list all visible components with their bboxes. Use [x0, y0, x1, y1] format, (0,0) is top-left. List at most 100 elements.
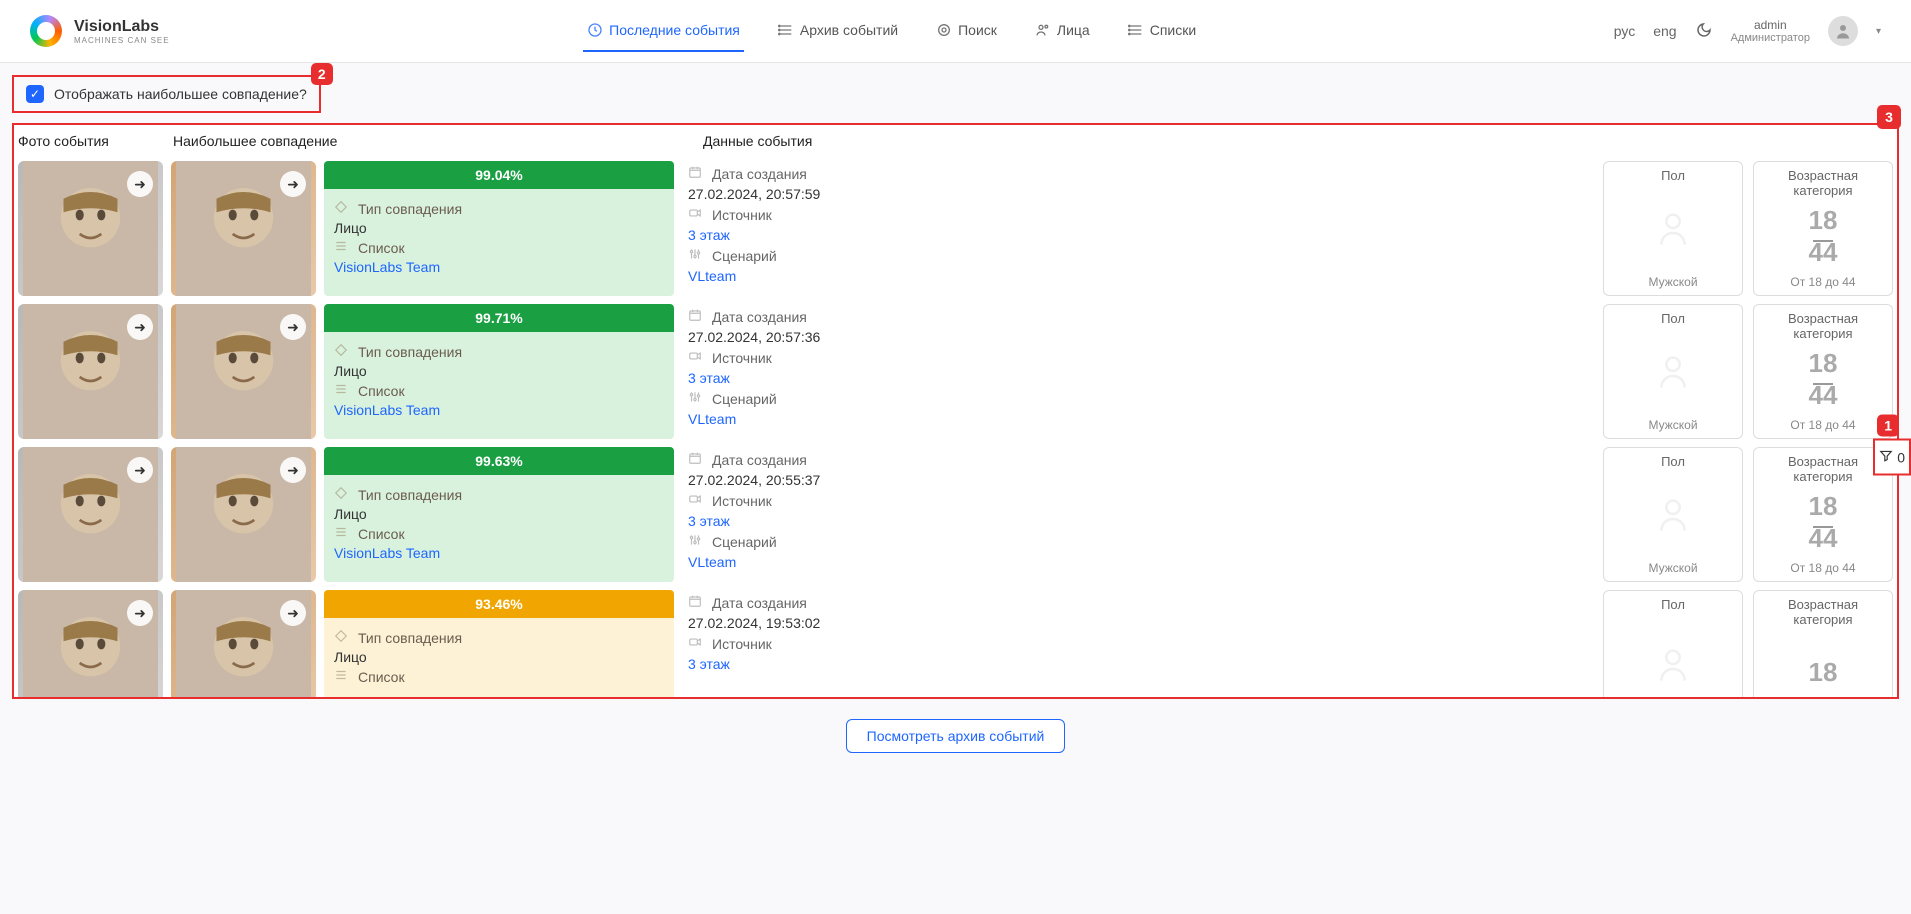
- gender-title: Пол: [1620, 454, 1726, 469]
- filter-tab[interactable]: 0: [1873, 439, 1911, 476]
- match-type-value: Лицо: [334, 649, 367, 665]
- expand-icon[interactable]: ➜: [127, 171, 153, 197]
- event-photo-thumb[interactable]: ➜: [18, 447, 163, 582]
- expand-icon[interactable]: ➜: [127, 600, 153, 626]
- brand-logo-icon: [30, 15, 62, 47]
- col-best-match: Наибольшее совпадение: [173, 133, 703, 149]
- people-icon: [1035, 22, 1051, 38]
- match-percentage: 93.46%: [324, 590, 674, 618]
- match-photo-thumb[interactable]: ➜: [171, 590, 316, 697]
- age-title: Возрастная категория: [1770, 311, 1876, 341]
- event-photo-thumb[interactable]: ➜: [18, 304, 163, 439]
- list-icon: [334, 525, 350, 542]
- nav-item-label: Списки: [1150, 22, 1196, 38]
- age-bot: 44: [1770, 380, 1876, 411]
- source-value[interactable]: 3 этаж: [688, 513, 730, 529]
- match-photo-thumb[interactable]: ➜: [171, 304, 316, 439]
- attribute-cards: Пол Мужской Возрастная категория 18 44 О…: [1603, 304, 1893, 439]
- event-photo-thumb[interactable]: ➜: [18, 161, 163, 296]
- match-photo-thumb[interactable]: ➜: [171, 161, 316, 296]
- event-data-column: Дата создания 27.02.2024, 20:57:36 Источ…: [682, 304, 1595, 439]
- list-value[interactable]: VisionLabs Team: [334, 402, 440, 418]
- match-details-column: 93.46% Тип совпадения Лицо Список: [324, 590, 674, 697]
- scenario-label: Сценарий: [712, 391, 777, 407]
- list-value[interactable]: VisionLabs Team: [334, 545, 440, 561]
- nav-lists[interactable]: Списки: [1124, 10, 1200, 52]
- age-range: От 18 до 44: [1770, 275, 1876, 289]
- list-label: Список: [358, 526, 405, 542]
- sliders-icon: [688, 390, 704, 407]
- attribute-cards: Пол Возрастная категория 18: [1603, 590, 1893, 697]
- match-details-column: 99.63% Тип совпадения Лицо Список Vision…: [324, 447, 674, 582]
- list-icon: [778, 22, 794, 38]
- lang-rus[interactable]: рус: [1614, 23, 1635, 39]
- nav-latest-events[interactable]: Последние события: [583, 10, 744, 52]
- expand-icon[interactable]: ➜: [280, 314, 306, 340]
- tag-icon: [334, 486, 350, 503]
- event-data-column: Дата создания 27.02.2024, 20:55:37 Источ…: [682, 447, 1595, 582]
- match-photo-thumb[interactable]: ➜: [171, 447, 316, 582]
- source-value[interactable]: 3 этаж: [688, 656, 730, 672]
- expand-icon[interactable]: ➜: [280, 600, 306, 626]
- event-row: ➜ ➜ 93.46% Тип совпадения Лицо: [14, 586, 1897, 697]
- match-type-value: Лицо: [334, 363, 367, 379]
- event-photo-thumb[interactable]: ➜: [18, 590, 163, 697]
- age-bot: 44: [1770, 523, 1876, 554]
- source-label: Источник: [712, 350, 772, 366]
- age-title: Возрастная категория: [1770, 597, 1876, 627]
- scenario-value[interactable]: VLteam: [688, 554, 736, 570]
- expand-icon[interactable]: ➜: [127, 457, 153, 483]
- match-type-label: Тип совпадения: [358, 344, 462, 360]
- brand-name: VisionLabs: [74, 18, 170, 36]
- calendar-icon: [688, 165, 704, 182]
- created-label: Дата создания: [712, 309, 807, 325]
- expand-icon[interactable]: ➜: [127, 314, 153, 340]
- age-top: 18: [1770, 348, 1876, 379]
- scenario-value[interactable]: VLteam: [688, 268, 736, 284]
- nav-search[interactable]: Поиск: [932, 10, 1001, 52]
- source-value[interactable]: 3 этаж: [688, 370, 730, 386]
- view-archive-button[interactable]: Посмотреть архив событий: [846, 719, 1066, 753]
- match-details-column: 99.71% Тип совпадения Лицо Список Vision…: [324, 304, 674, 439]
- list-label: Список: [358, 383, 405, 399]
- brand: VisionLabs MACHINES CAN SEE: [30, 15, 170, 47]
- header-right: рус eng admin Администратор ▾: [1614, 16, 1881, 46]
- nav-faces[interactable]: Лица: [1031, 10, 1094, 52]
- created-label: Дата создания: [712, 595, 807, 611]
- age-title: Возрастная категория: [1770, 168, 1876, 198]
- list-label: Список: [358, 240, 405, 256]
- chevron-down-icon[interactable]: ▾: [1876, 26, 1881, 37]
- source-value[interactable]: 3 этаж: [688, 227, 730, 243]
- tag-icon: [334, 629, 350, 646]
- person-outline-icon: [1653, 494, 1693, 537]
- filter-count: 0: [1897, 449, 1905, 465]
- source-label: Источник: [712, 636, 772, 652]
- person-outline-icon: [1653, 208, 1693, 251]
- app-header: VisionLabs MACHINES CAN SEE Последние со…: [0, 0, 1911, 63]
- source-label: Источник: [712, 493, 772, 509]
- target-icon: [936, 22, 952, 38]
- list-value[interactable]: VisionLabs Team: [334, 259, 440, 275]
- theme-toggle-icon[interactable]: [1695, 21, 1713, 42]
- match-type-label: Тип совпадения: [358, 487, 462, 503]
- age-card: Возрастная категория 18 44 От 18 до 44: [1753, 304, 1893, 439]
- show-best-match-toggle[interactable]: ✓ Отображать наибольшее совпадение?: [12, 75, 321, 113]
- event-data-column: Дата создания 27.02.2024, 19:53:02 Источ…: [682, 590, 1595, 697]
- camera-icon: [688, 635, 704, 652]
- events-list: ➜ ➜ 99.04% Тип совпадения Лицо: [14, 157, 1897, 697]
- expand-icon[interactable]: ➜: [280, 457, 306, 483]
- scenario-value[interactable]: VLteam: [688, 411, 736, 427]
- lang-eng[interactable]: eng: [1653, 23, 1676, 39]
- created-value: 27.02.2024, 20:57:59: [688, 186, 820, 202]
- event-row: ➜ ➜ 99.04% Тип совпадения Лицо: [14, 157, 1897, 300]
- scenario-label: Сценарий: [712, 534, 777, 550]
- age-card: Возрастная категория 18: [1753, 590, 1893, 697]
- gender-value: Мужской: [1620, 561, 1726, 575]
- nav-item-label: Поиск: [958, 22, 997, 38]
- expand-icon[interactable]: ➜: [280, 171, 306, 197]
- main-nav: Последние события Архив событий Поиск Ли…: [583, 10, 1200, 52]
- gender-title: Пол: [1620, 168, 1726, 183]
- nav-events-archive[interactable]: Архив событий: [774, 10, 902, 52]
- nav-item-label: Архив событий: [800, 22, 898, 38]
- user-avatar-icon[interactable]: [1828, 16, 1858, 46]
